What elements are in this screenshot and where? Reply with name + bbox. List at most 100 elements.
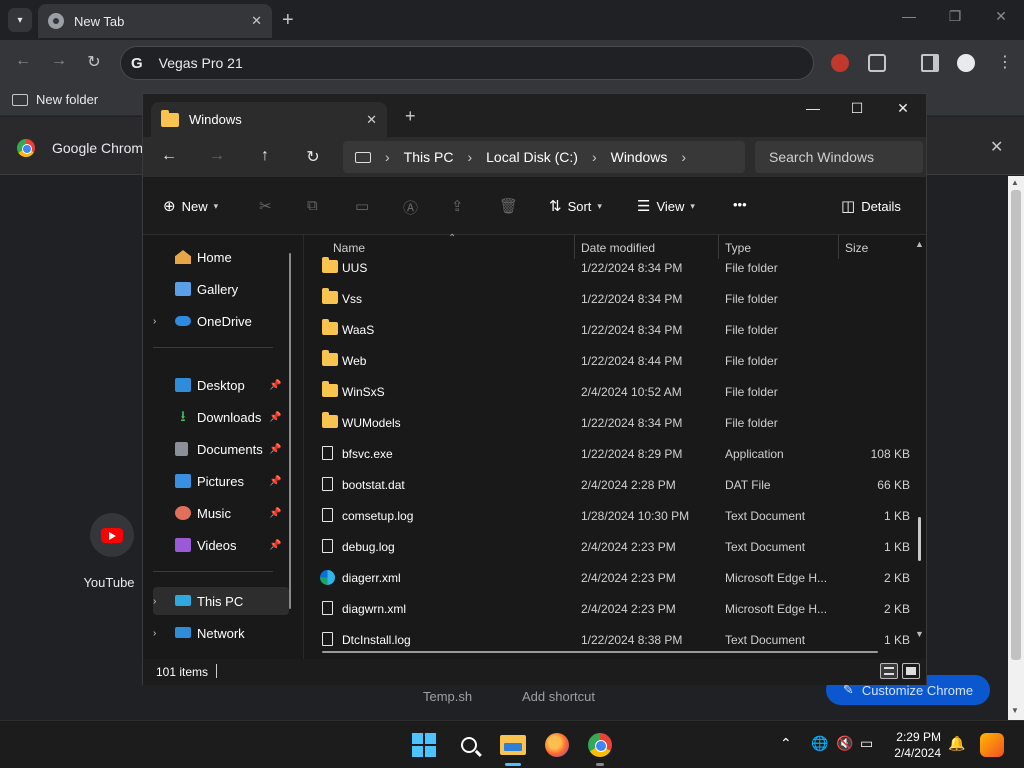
nav-item-gallery[interactable]: Gallery: [143, 275, 293, 303]
scroll-up-icon[interactable]: ▲: [1011, 178, 1019, 187]
new-button[interactable]: ⊕ New ▾: [163, 197, 218, 215]
pin-icon[interactable]: 📌: [269, 508, 281, 519]
explorer-tab-windows[interactable]: Windows ✕: [151, 102, 387, 137]
explorer-back-icon[interactable]: ←: [158, 147, 180, 165]
nav-item-desktop[interactable]: Desktop 📌: [143, 371, 293, 399]
table-row[interactable]: bfsvc.exe 1/22/2024 8:29 PM Application 108…: [304, 438, 914, 469]
taskbar-firefox[interactable]: [543, 731, 571, 759]
chrome-back-icon[interactable]: ←: [12, 52, 34, 70]
rename-icon[interactable]: Ⓐ: [403, 197, 418, 218]
taskbar-file-explorer[interactable]: [499, 731, 527, 759]
add-shortcut-link[interactable]: Add shortcut: [522, 689, 595, 704]
breadcrumb-this-pc[interactable]: This PC: [404, 149, 454, 165]
explorer-close-icon[interactable]: ✕: [893, 100, 913, 117]
taskbar-search-button[interactable]: [455, 731, 483, 759]
nav-item-videos[interactable]: Videos 📌: [143, 531, 293, 559]
chrome-menu-icon[interactable]: ⋮: [996, 52, 1014, 71]
explorer-up-icon[interactable]: ↑: [254, 147, 276, 165]
table-row[interactable]: Web 1/22/2024 8:44 PM File folder: [304, 345, 914, 376]
nav-pane-scrollbar[interactable]: [289, 253, 291, 609]
tiles-view-button[interactable]: [902, 663, 920, 679]
chrome-tab-new-tab[interactable]: New Tab ✕: [38, 4, 272, 38]
taskbar-chrome[interactable]: [586, 731, 614, 759]
chevron-right-icon[interactable]: ›: [153, 628, 156, 639]
banner-close-icon[interactable]: ✕: [990, 137, 1003, 157]
network-globe-icon[interactable]: 🌐: [811, 735, 828, 752]
notification-bell-icon[interactable]: 🔔: [948, 735, 965, 752]
sort-button[interactable]: ⇅ Sort ▾: [549, 197, 602, 215]
copilot-icon[interactable]: [980, 733, 1004, 757]
explorer-forward-icon[interactable]: →: [206, 147, 228, 165]
view-button[interactable]: ☰ View ▾: [637, 197, 695, 215]
tab-search-chevron-icon[interactable]: ▾: [8, 8, 32, 32]
search-windows-input[interactable]: Search Windows: [755, 141, 923, 173]
list-scroll-thumb[interactable]: [918, 517, 921, 561]
explorer-tab-close-icon[interactable]: ✕: [366, 112, 377, 128]
chrome-forward-icon[interactable]: →: [48, 52, 70, 70]
bookmark-folder[interactable]: New folder: [12, 92, 98, 107]
table-row[interactable]: bootstat.dat 2/4/2024 2:28 PM DAT File 66 K…: [304, 469, 914, 500]
copy-icon[interactable]: ⧉: [307, 197, 318, 214]
nav-item-music[interactable]: Music 📌: [143, 499, 293, 527]
chrome-reload-icon[interactable]: ↻: [83, 52, 105, 72]
table-row[interactable]: WinSxS 2/4/2024 10:52 AM File folder: [304, 376, 914, 407]
nav-item-pictures[interactable]: Pictures 📌: [143, 467, 293, 495]
extensions-puzzle-icon[interactable]: [868, 54, 886, 72]
chrome-new-tab-button[interactable]: +: [282, 8, 294, 32]
paste-icon[interactable]: ▭: [355, 197, 369, 215]
chevron-right-icon[interactable]: ›: [385, 149, 390, 165]
shortcut-youtube[interactable]: YouTube: [83, 513, 138, 590]
side-panel-icon[interactable]: [921, 54, 939, 72]
table-row[interactable]: debug.log 2/4/2024 2:23 PM Text Document 1 …: [304, 531, 914, 562]
more-options-button[interactable]: •••: [733, 197, 747, 212]
table-row[interactable]: Vss 1/22/2024 8:34 PM File folder: [304, 283, 914, 314]
shortcut-temp-sh[interactable]: Temp.sh: [423, 689, 472, 704]
pin-icon[interactable]: 📌: [269, 540, 281, 551]
explorer-minimize-icon[interactable]: —: [803, 100, 823, 116]
table-row[interactable]: diagwrn.xml 2/4/2024 2:23 PM Microsoft Edg…: [304, 593, 914, 624]
chrome-close-icon[interactable]: ✕: [989, 8, 1013, 25]
table-row[interactable]: diagerr.xml 2/4/2024 2:23 PM Microsoft Edg…: [304, 562, 914, 593]
speaker-muted-icon[interactable]: 🔇: [836, 735, 853, 752]
explorer-refresh-icon[interactable]: ↻: [302, 147, 324, 167]
explorer-new-tab-button[interactable]: +: [405, 106, 416, 127]
chevron-right-icon[interactable]: ›: [592, 149, 597, 165]
table-row[interactable]: UUS 1/22/2024 8:34 PM File folder: [304, 252, 914, 283]
system-clock[interactable]: 2:29 PM 2/4/2024: [889, 729, 941, 761]
breadcrumb-windows[interactable]: Windows: [611, 149, 668, 165]
pin-icon[interactable]: 📌: [269, 444, 281, 455]
breadcrumb[interactable]: › This PC › Local Disk (C:) › Windows ›: [343, 141, 745, 173]
chrome-minimize-icon[interactable]: —: [897, 8, 921, 24]
details-button[interactable]: ◫ Details: [841, 197, 901, 215]
pin-icon[interactable]: 📌: [269, 476, 281, 487]
list-horizontal-scrollbar[interactable]: [322, 651, 878, 653]
table-row[interactable]: comsetup.log 1/28/2024 10:30 PM Text Docum…: [304, 500, 914, 531]
nav-item-onedrive[interactable]: › OneDrive: [143, 307, 293, 335]
chrome-restore-icon[interactable]: ❐: [943, 8, 967, 25]
chevron-right-icon[interactable]: ›: [153, 596, 156, 607]
list-scroll-up-icon[interactable]: ▲: [915, 239, 924, 249]
scroll-thumb[interactable]: [1011, 190, 1021, 660]
extension-record-icon[interactable]: [831, 54, 849, 72]
chevron-right-icon[interactable]: ›: [153, 316, 156, 327]
chrome-scrollbar[interactable]: ▲ ▼: [1008, 176, 1024, 720]
details-view-button[interactable]: [880, 663, 898, 679]
nav-item-network[interactable]: › Network: [143, 619, 293, 647]
tray-overflow-chevron-icon[interactable]: ⌃: [780, 735, 792, 752]
battery-icon[interactable]: ▭: [860, 735, 873, 752]
chevron-right-icon[interactable]: ›: [467, 149, 472, 165]
table-row[interactable]: WaaS 1/22/2024 8:34 PM File folder: [304, 314, 914, 345]
cut-icon[interactable]: ✂: [259, 197, 272, 215]
pin-icon[interactable]: 📌: [269, 412, 281, 423]
nav-item-this-pc[interactable]: › This PC: [153, 587, 289, 615]
table-row[interactable]: WUModels 1/22/2024 8:34 PM File folder: [304, 407, 914, 438]
chevron-right-icon[interactable]: ›: [681, 149, 686, 165]
scroll-down-icon[interactable]: ▼: [1011, 706, 1019, 715]
nav-item-documents[interactable]: Documents 📌: [143, 435, 293, 463]
start-button[interactable]: [410, 731, 438, 759]
nav-item-downloads[interactable]: ⭳ Downloads 📌: [143, 403, 293, 431]
delete-icon[interactable]: 🗑: [499, 197, 518, 215]
list-scroll-down-icon[interactable]: ▼: [915, 629, 924, 639]
share-icon[interactable]: ⇪: [451, 197, 464, 215]
pin-icon[interactable]: 📌: [269, 380, 281, 391]
